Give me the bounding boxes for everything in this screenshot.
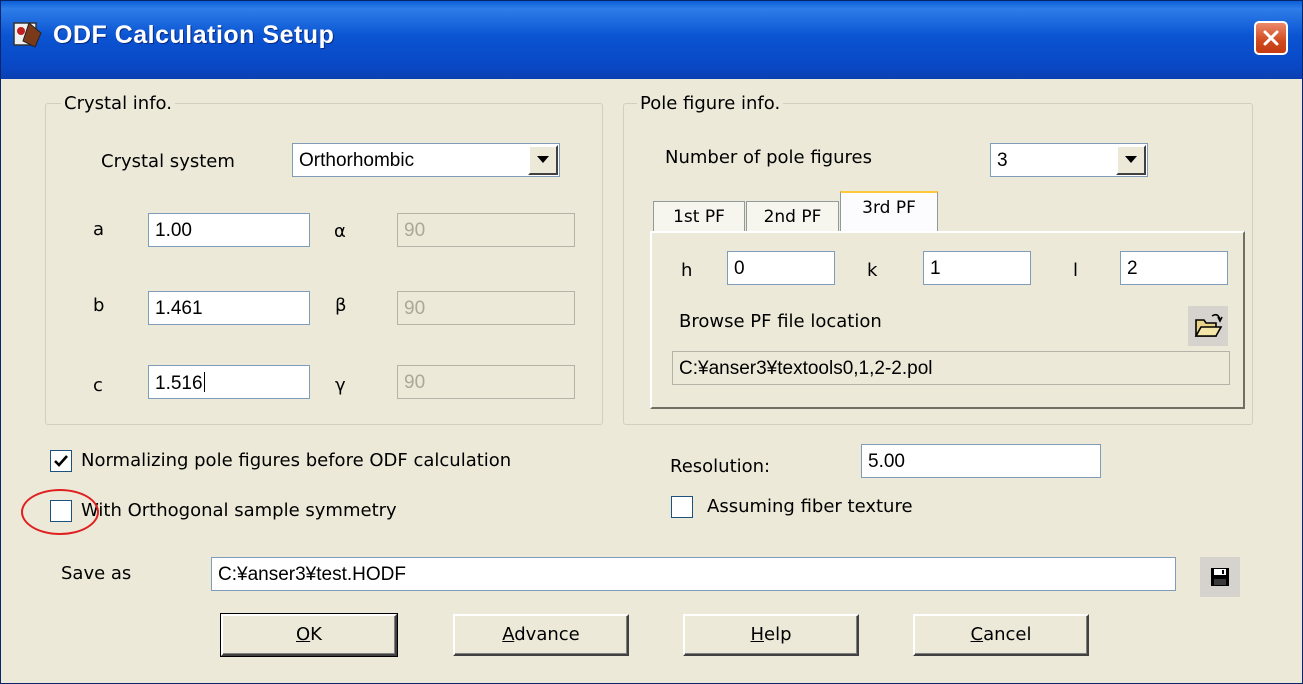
a-label: a <box>93 219 105 240</box>
fiber-texture-checkbox[interactable] <box>671 496 693 518</box>
window-title: ODF Calculation Setup <box>53 21 335 49</box>
h-label: h <box>681 260 693 281</box>
tab-2nd-pf[interactable]: 2nd PF <box>746 201 839 233</box>
crystal-system-dropdown-button[interactable] <box>528 145 558 175</box>
gamma-input[interactable]: 90 <box>397 365 575 399</box>
alpha-label: α <box>334 221 346 242</box>
cancel-label-rest: ancel <box>983 624 1032 645</box>
crystal-info-title: Crystal info. <box>61 93 175 114</box>
ok-button[interactable]: OK <box>220 613 398 657</box>
resolution-label: Resolution: <box>670 456 771 477</box>
advance-mnemonic: A <box>502 624 515 645</box>
normalize-checkbox[interactable] <box>50 450 72 472</box>
a-input[interactable]: 1.00 <box>148 213 310 247</box>
pole-figure-count-dropdown-button[interactable] <box>1116 145 1146 175</box>
fiber-texture-label[interactable]: Assuming fiber texture <box>707 496 913 517</box>
cancel-mnemonic: C <box>970 624 984 645</box>
advance-label-rest: dvance <box>514 624 580 645</box>
app-icon <box>11 19 43 51</box>
c-label: c <box>93 375 103 396</box>
resolution-input[interactable]: 5.00 <box>861 444 1101 478</box>
normalize-label[interactable]: Normalizing pole figures before ODF calc… <box>81 450 511 471</box>
l-label: l <box>1073 260 1079 281</box>
odf-setup-dialog: ODF Calculation Setup Crystal info. Crys… <box>0 0 1303 684</box>
text-caret <box>203 372 205 392</box>
checkmark-icon <box>54 455 68 467</box>
l-input[interactable]: 2 <box>1120 251 1228 285</box>
open-folder-icon <box>1194 313 1223 337</box>
help-mnemonic: H <box>750 624 765 645</box>
title-bar[interactable]: ODF Calculation Setup <box>1 1 1302 79</box>
tab-1st-pf[interactable]: 1st PF <box>653 201 745 233</box>
save-disk-icon <box>1211 568 1229 586</box>
browse-pf-button[interactable] <box>1188 306 1228 346</box>
browse-pf-label: Browse PF file location <box>679 311 882 332</box>
help-button[interactable]: Help <box>683 614 859 656</box>
help-label-rest: elp <box>764 624 792 645</box>
save-as-label: Save as <box>61 563 132 584</box>
ok-mnemonic: O <box>296 624 311 645</box>
b-label: b <box>93 295 105 316</box>
b-input[interactable]: 1.461 <box>148 291 310 325</box>
alpha-input[interactable]: 90 <box>397 213 575 247</box>
pole-figure-count-value: 3 <box>997 150 1008 171</box>
orthogonal-symmetry-label[interactable]: With Orthogonal sample symmetry <box>81 500 397 521</box>
save-as-path-input[interactable]: C:¥anser3¥test.HODF <box>211 557 1176 591</box>
k-input[interactable]: 1 <box>923 251 1031 285</box>
close-button[interactable] <box>1254 21 1288 55</box>
beta-label: β <box>335 295 347 316</box>
crystal-system-select[interactable]: Orthorhombic <box>292 143 560 177</box>
k-label: k <box>867 260 878 281</box>
ok-label-rest: K <box>310 624 322 645</box>
cancel-button[interactable]: Cancel <box>913 614 1089 656</box>
pole-figure-count-label: Number of pole figures <box>665 147 872 168</box>
crystal-system-value: Orthorhombic <box>299 150 415 171</box>
dropdown-arrow-icon <box>1125 156 1137 163</box>
c-input[interactable]: 1.516 <box>148 365 310 399</box>
beta-input[interactable]: 90 <box>397 291 575 325</box>
close-icon <box>1263 30 1279 46</box>
dropdown-arrow-icon <box>537 156 549 163</box>
crystal-system-label: Crystal system <box>101 151 235 172</box>
c-value: 1.516 <box>155 373 203 394</box>
pole-figure-count-select[interactable]: 3 <box>990 143 1148 177</box>
tab-3rd-pf[interactable]: 3rd PF <box>840 191 938 231</box>
advance-button[interactable]: Advance <box>453 614 629 656</box>
pole-figure-info-title: Pole figure info. <box>637 93 784 114</box>
h-input[interactable]: 0 <box>727 251 835 285</box>
save-as-browse-button[interactable] <box>1200 557 1240 597</box>
highlight-circle-annotation <box>21 489 99 535</box>
pf-file-path-field[interactable]: C:¥anser3¥textools0,1,2-2.pol <box>672 351 1230 385</box>
gamma-label: γ <box>335 375 346 396</box>
